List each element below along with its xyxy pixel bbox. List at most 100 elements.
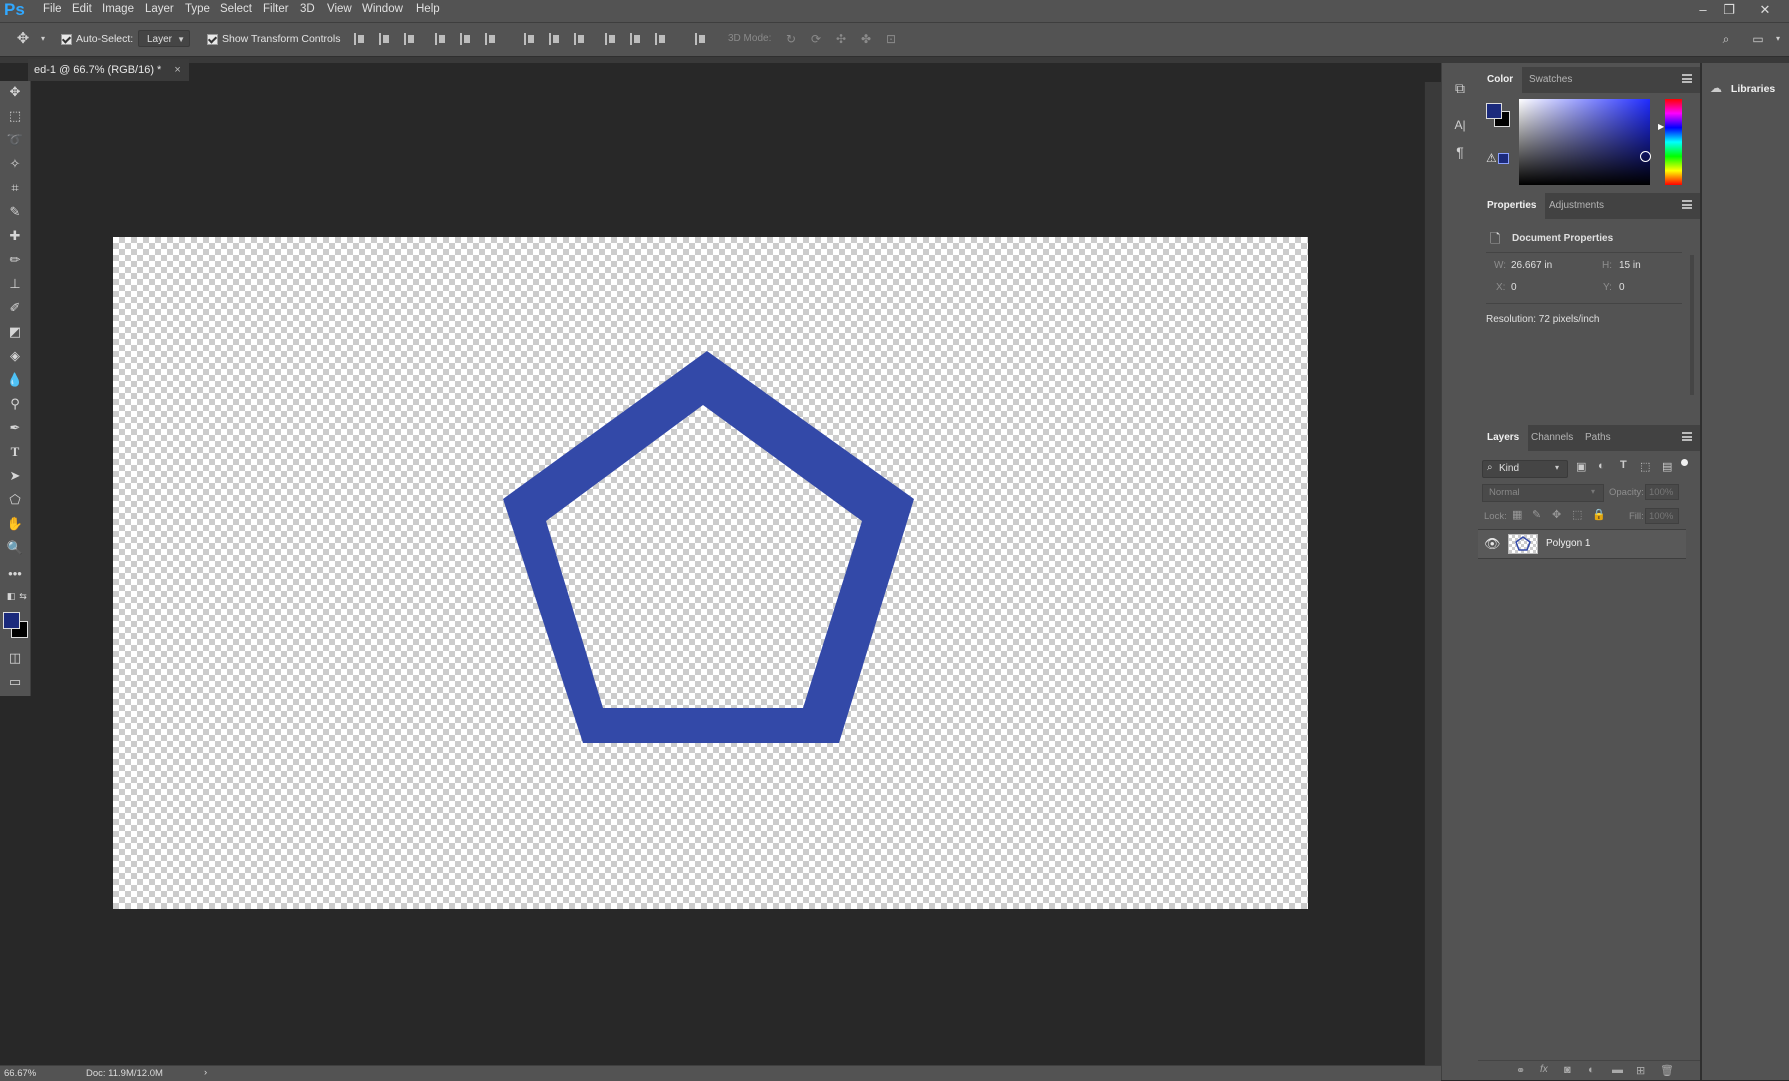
panel-menu-icon[interactable] <box>1682 432 1692 441</box>
opacity-field[interactable]: 100% <box>1645 484 1679 500</box>
vertical-scrollbar[interactable] <box>1424 82 1441 1065</box>
menu-image[interactable]: Image <box>102 3 134 15</box>
tab-layers[interactable]: Layers <box>1478 425 1529 451</box>
lock-all-icon[interactable]: 🔒 <box>1592 508 1606 521</box>
search-icon[interactable]: ⌕ <box>1719 32 1733 46</box>
magic-wand-tool-icon[interactable]: ✧ <box>6 155 24 173</box>
shape-filter-icon[interactable]: ⬚ <box>1640 460 1650 473</box>
type-filter-icon[interactable]: T <box>1620 459 1627 471</box>
zoom-tool-icon[interactable]: 🔍 <box>6 539 24 557</box>
panel-menu-icon[interactable] <box>1682 200 1692 209</box>
restore-button[interactable]: ❐ <box>1719 2 1739 18</box>
menu-3d[interactable]: 3D <box>300 3 315 15</box>
close-window-button[interactable]: ✕ <box>1755 2 1775 18</box>
3d-orbit-icon[interactable]: ↻ <box>784 32 798 46</box>
pixel-filter-icon[interactable]: ▣ <box>1576 460 1586 473</box>
filter-toggle-icon[interactable] <box>1681 459 1688 466</box>
align-bottom-icon[interactable] <box>404 33 416 45</box>
quick-mask-icon[interactable]: ◫ <box>6 649 24 667</box>
polygon-shape[interactable] <box>503 351 914 743</box>
more-tools-icon[interactable]: ••• <box>6 565 24 583</box>
3d-slide-icon[interactable]: ✤ <box>859 32 873 46</box>
menu-window[interactable]: Window <box>362 3 403 15</box>
gamut-warning-icon[interactable]: ⚠ <box>1486 151 1497 165</box>
auto-select-checkbox[interactable] <box>61 34 72 45</box>
foreground-color-swatch[interactable] <box>3 612 20 629</box>
menu-file[interactable]: File <box>43 3 62 15</box>
paragraph-panel-icon[interactable]: ¶ <box>1451 143 1469 161</box>
minimize-button[interactable]: – <box>1693 2 1713 17</box>
history-brush-tool-icon[interactable]: ✐ <box>6 299 24 317</box>
pen-tool-icon[interactable]: ✒ <box>6 419 24 437</box>
layer-row[interactable]: 👁 Polygon 1 <box>1478 529 1686 559</box>
distribute-bottom-icon[interactable] <box>574 33 586 45</box>
3d-roll-icon[interactable]: ⟳ <box>809 32 823 46</box>
eraser-tool-icon[interactable]: ◩ <box>6 323 24 341</box>
align-vcenter-icon[interactable] <box>379 33 391 45</box>
color-panel-foreground-swatch[interactable] <box>1486 103 1502 119</box>
tab-swatches[interactable]: Swatches <box>1520 67 1581 93</box>
workspace-icon[interactable]: ▭ <box>1751 32 1765 46</box>
character-panel-icon[interactable]: A| <box>1451 116 1469 134</box>
color-picker-handle[interactable] <box>1640 151 1651 162</box>
smart-object-filter-icon[interactable]: ▤ <box>1662 460 1672 473</box>
menu-type[interactable]: Type <box>185 3 210 15</box>
move-tool-icon[interactable]: ✥ <box>6 83 24 101</box>
chevron-down-icon[interactable]: ▾ <box>1771 32 1785 46</box>
chevron-down-icon[interactable]: ▾ <box>36 32 50 46</box>
tab-paths[interactable]: Paths <box>1576 425 1620 451</box>
panel-menu-icon[interactable] <box>1682 74 1692 83</box>
hand-tool-icon[interactable]: ✋ <box>6 515 24 533</box>
link-layers-icon[interactable]: ⚭ <box>1516 1064 1525 1077</box>
polygon-shape-tool-icon[interactable]: ⬠ <box>6 491 24 509</box>
move-tool-preset-icon[interactable]: ✥ <box>16 31 30 46</box>
lasso-tool-icon[interactable]: ➰ <box>6 131 24 149</box>
3d-pan-icon[interactable]: ✣ <box>834 32 848 46</box>
tab-channels[interactable]: Channels <box>1522 425 1582 451</box>
new-layer-icon[interactable]: ⊞ <box>1636 1064 1645 1077</box>
distribute-top-icon[interactable] <box>524 33 536 45</box>
history-panel-icon[interactable]: ⧉ <box>1451 79 1469 97</box>
lock-transparent-icon[interactable]: ▦ <box>1512 508 1522 521</box>
zoom-level[interactable]: 66.67% <box>4 1068 36 1079</box>
menu-filter[interactable]: Filter <box>263 3 289 15</box>
align-right-icon[interactable] <box>485 33 497 45</box>
align-hcenter-icon[interactable] <box>460 33 472 45</box>
auto-select-target-dropdown[interactable]: Layer ▼ <box>138 30 190 47</box>
dodge-tool-icon[interactable]: ⚲ <box>6 395 24 413</box>
3d-scale-icon[interactable]: ⊡ <box>884 32 898 46</box>
layer-style-icon[interactable]: fx <box>1540 1064 1548 1075</box>
healing-brush-tool-icon[interactable]: ✚ <box>6 227 24 245</box>
distribute-hcenter-icon[interactable] <box>630 33 642 45</box>
color-field[interactable] <box>1519 99 1651 185</box>
swap-colors-icon[interactable]: ⇆ <box>14 587 32 605</box>
hue-slider-marker-icon[interactable]: ▶ <box>1658 122 1664 131</box>
distribute-right-icon[interactable] <box>655 33 667 45</box>
blend-mode-dropdown[interactable]: Normal ▾ <box>1482 484 1604 502</box>
type-tool-icon[interactable]: T <box>6 443 24 461</box>
height-value[interactable]: 15 in <box>1619 260 1641 271</box>
menu-edit[interactable]: Edit <box>72 3 92 15</box>
lock-position-icon[interactable]: ✥ <box>1552 508 1561 521</box>
tab-adjustments[interactable]: Adjustments <box>1540 193 1613 219</box>
clone-stamp-tool-icon[interactable]: ⊥ <box>6 275 24 293</box>
show-transform-checkbox[interactable] <box>207 34 218 45</box>
eye-visibility-icon[interactable]: 👁 <box>1484 536 1501 552</box>
menu-help[interactable]: Help <box>416 3 440 15</box>
auto-align-icon[interactable] <box>695 33 707 45</box>
tab-properties[interactable]: Properties <box>1478 193 1546 219</box>
brush-tool-icon[interactable]: ✏ <box>6 251 24 269</box>
adjustment-filter-icon[interactable]: ◐ <box>1598 460 1605 472</box>
align-left-icon[interactable] <box>435 33 447 45</box>
status-menu-arrow[interactable]: › <box>204 1067 207 1078</box>
menu-select[interactable]: Select <box>220 3 252 15</box>
paint-bucket-tool-icon[interactable]: ◈ <box>6 347 24 365</box>
document-tab[interactable]: ed-1 @ 66.7% (RGB/16) * × <box>28 59 189 81</box>
layer-mask-icon[interactable]: ◙ <box>1564 1064 1571 1076</box>
close-tab-icon[interactable]: × <box>174 64 180 76</box>
lock-artboard-icon[interactable]: ⬚ <box>1572 508 1582 521</box>
group-folder-icon[interactable]: ▬ <box>1612 1064 1623 1076</box>
align-top-icon[interactable] <box>354 33 366 45</box>
adjustment-layer-icon[interactable]: ◐ <box>1588 1064 1595 1076</box>
lock-pixels-icon[interactable]: ✎ <box>1532 508 1541 521</box>
